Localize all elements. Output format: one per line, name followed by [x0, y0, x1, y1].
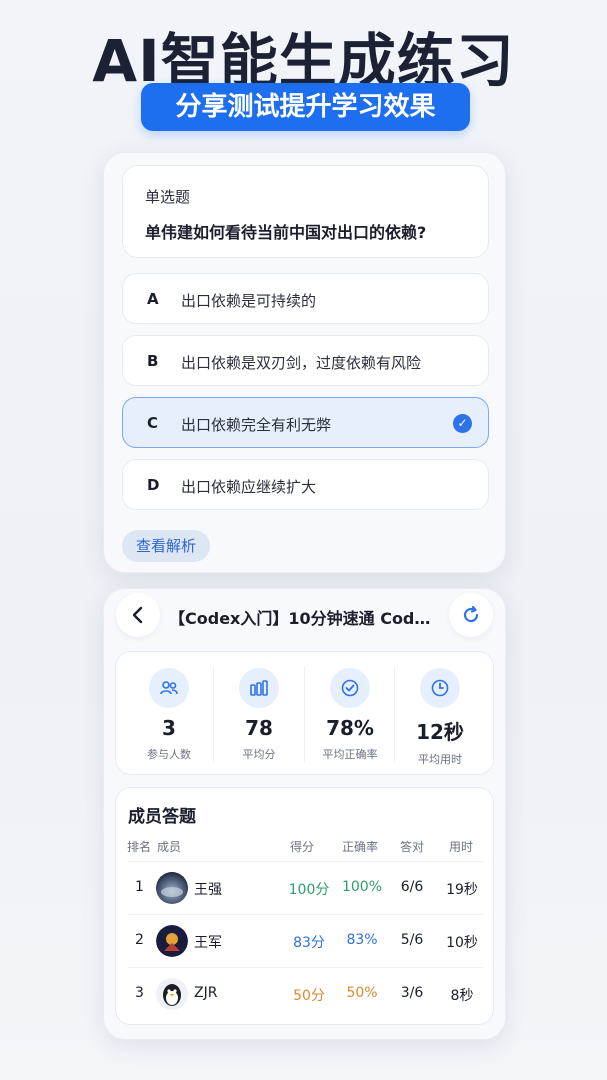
stat-value: 3 [162, 716, 176, 740]
refresh-button[interactable] [449, 593, 493, 637]
stat-value: 78 [245, 716, 273, 740]
people-icon [149, 668, 189, 708]
stats-title: 【Codex入门】10分钟速通 Codex入门 [169, 609, 441, 628]
member-correct: 3/6 [400, 985, 424, 1001]
option-d[interactable]: D 出口依赖应继续扩大 [122, 459, 489, 510]
col-correct: 答对 [400, 840, 425, 854]
option-b[interactable]: B 出口依赖是双刃剑，过度依赖有风险 [122, 335, 489, 386]
member-time: 8秒 [450, 988, 474, 1004]
option-text: 出口依赖完全有利无弊 [181, 416, 332, 434]
question-box: 单选题 单伟建如何看待当前中国对出口的依赖? [122, 165, 489, 258]
member-accuracy: 83% [346, 932, 378, 948]
avatar [156, 872, 188, 904]
member-time: 10秒 [446, 935, 478, 951]
chevron-left-icon [132, 606, 143, 624]
bar-chart-icon [239, 668, 279, 708]
quiz-card: 单选题 单伟建如何看待当前中国对出口的依赖? A 出口依赖是可持续的 B 出口依… [103, 152, 506, 573]
col-member: 成员 [157, 840, 182, 854]
member-score: 50分 [293, 988, 325, 1004]
member-score: 100分 [288, 882, 330, 898]
option-text: 出口依赖是可持续的 [181, 292, 317, 310]
stat-value: 78% [326, 716, 374, 740]
option-text: 出口依赖是双刃剑，过度依赖有风险 [181, 354, 422, 372]
stat-label: 平均用时 [418, 753, 462, 766]
stat-label: 平均分 [242, 748, 276, 761]
question-type: 单选题 [145, 188, 191, 206]
hero-subtitle-badge: 分享测试提升学习效果 [141, 83, 470, 131]
row-rank: 3 [135, 985, 144, 1001]
row-rank: 1 [135, 879, 144, 895]
check-icon: ✓ [453, 414, 472, 433]
check-circle-icon [330, 668, 370, 708]
option-a[interactable]: A 出口依赖是可持续的 [122, 273, 489, 324]
stat-label: 平均正确率 [322, 748, 378, 761]
refresh-icon [463, 605, 479, 623]
member-accuracy: 100% [341, 879, 383, 895]
table-row[interactable]: 3 ZJR 50分 50% 3/6 8秒 [116, 968, 495, 1020]
stat-participants: 3 参与人数 [124, 652, 214, 776]
members-heading: 成员答题 [128, 807, 196, 827]
option-text: 出口依赖应继续扩大 [181, 478, 317, 496]
member-correct: 6/6 [400, 879, 424, 895]
option-letter: A [147, 290, 159, 308]
col-rank: 排名 [127, 840, 152, 854]
member-correct: 5/6 [400, 932, 424, 948]
stat-label: 参与人数 [147, 748, 191, 761]
summary-stats: 3 参与人数 78 平均分 78% 平均正确率 12秒 平均用时 [115, 651, 494, 775]
option-letter: D [147, 476, 160, 494]
option-letter: B [147, 352, 159, 370]
stat-average-accuracy: 78% 平均正确率 [305, 652, 395, 776]
member-name: 王强 [194, 882, 222, 898]
question-text: 单伟建如何看待当前中国对出口的依赖? [145, 223, 427, 242]
col-score: 得分 [290, 840, 315, 854]
option-letter: C [147, 414, 159, 432]
col-time: 用时 [449, 840, 474, 854]
clock-icon [420, 668, 460, 708]
member-answers-panel: 成员答题 排名 成员 得分 正确率 答对 用时 1 王强 100分 100% 6… [115, 787, 494, 1025]
member-time: 19秒 [446, 882, 478, 898]
view-analysis-button[interactable]: 查看解析 [122, 530, 210, 562]
avatar [156, 978, 188, 1010]
avatar [156, 925, 188, 957]
col-accuracy: 正确率 [342, 840, 379, 854]
back-button[interactable] [116, 593, 160, 637]
member-name: 王军 [194, 935, 222, 951]
stat-value: 12秒 [416, 720, 464, 744]
table-row[interactable]: 2 王军 83分 83% 5/6 10秒 [116, 915, 495, 967]
option-c[interactable]: C 出口依赖完全有利无弊 ✓ [122, 397, 489, 448]
stat-average-score: 78 平均分 [214, 652, 304, 776]
row-rank: 2 [135, 932, 144, 948]
member-accuracy: 50% [346, 985, 378, 1001]
table-row[interactable]: 1 王强 100分 100% 6/6 19秒 [116, 862, 495, 914]
stats-card: 【Codex入门】10分钟速通 Codex入门 3 参与人数 78 平均分 78… [103, 588, 506, 1040]
stat-average-time: 12秒 平均用时 [395, 652, 485, 776]
member-name: ZJR [194, 985, 218, 1001]
member-score: 83分 [293, 935, 325, 951]
